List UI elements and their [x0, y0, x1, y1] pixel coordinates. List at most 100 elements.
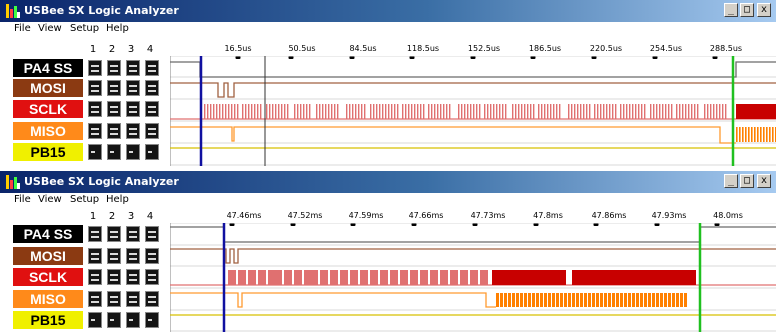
sclk-pulse	[589, 104, 591, 119]
sclk-pulse	[710, 104, 712, 119]
signal-label-sclk[interactable]: SCLK	[13, 268, 83, 286]
trigger-button[interactable]	[107, 291, 121, 307]
trigger-button[interactable]	[126, 269, 140, 285]
close-button[interactable]: x	[757, 3, 771, 17]
trigger-button[interactable]	[107, 144, 121, 160]
miso-pulse	[664, 293, 667, 307]
trigger-button[interactable]	[145, 269, 159, 285]
trigger-button[interactable]	[88, 60, 102, 76]
sclk-pulse	[694, 104, 696, 119]
sclk-pulse	[322, 104, 324, 119]
trigger-button[interactable]	[145, 80, 159, 96]
signal-label-pb15[interactable]: PB15	[13, 143, 83, 161]
trigger-button[interactable]	[88, 80, 102, 96]
miso-pulse	[548, 293, 551, 307]
signal-label-mosi[interactable]: MOSI	[13, 247, 83, 265]
miso-pulse	[632, 293, 635, 307]
menu-help[interactable]: Help	[106, 23, 129, 34]
trigger-button[interactable]	[126, 226, 140, 242]
sclk-pulse	[580, 104, 582, 119]
maximize-button[interactable]: □	[740, 3, 754, 17]
trigger-button[interactable]	[88, 291, 102, 307]
sclk-pulse	[364, 104, 366, 119]
signal-label-miso[interactable]: MISO	[13, 122, 83, 140]
trigger-col-2: 2	[108, 44, 116, 55]
sclk-pulse	[635, 104, 637, 119]
sclk-pulse	[225, 104, 227, 119]
miso-pulse	[588, 293, 591, 307]
waveform-area[interactable]	[170, 56, 776, 166]
ss-trace	[170, 61, 776, 78]
trigger-button[interactable]	[126, 291, 140, 307]
trigger-button[interactable]	[107, 123, 121, 139]
menu-file[interactable]: File	[14, 194, 31, 205]
miso-trace	[170, 126, 736, 144]
maximize-button[interactable]: □	[740, 174, 754, 188]
trigger-button[interactable]	[145, 101, 159, 117]
trigger-button[interactable]	[88, 123, 102, 139]
trigger-button[interactable]	[107, 226, 121, 242]
signal-label-miso[interactable]: MISO	[13, 290, 83, 308]
minimize-button[interactable]: _	[724, 174, 738, 188]
minimize-button[interactable]: _	[724, 3, 738, 17]
trigger-button[interactable]	[126, 248, 140, 264]
waveform-area[interactable]	[170, 223, 776, 332]
sclk-pulse	[328, 104, 330, 119]
signal-label-pa4-ss[interactable]: PA4 SS	[13, 225, 83, 243]
sclk-pulse	[594, 104, 596, 119]
trigger-button[interactable]	[88, 144, 102, 160]
close-button[interactable]: x	[757, 174, 771, 188]
signal-label-sclk[interactable]: SCLK	[13, 100, 83, 118]
trigger-button[interactable]	[126, 60, 140, 76]
trigger-button[interactable]	[126, 101, 140, 117]
miso-pulse	[680, 293, 683, 307]
signal-label-mosi[interactable]: MOSI	[13, 79, 83, 97]
signal-label-pa4-ss[interactable]: PA4 SS	[13, 59, 83, 77]
menu-file[interactable]: File	[14, 23, 31, 34]
trigger-button[interactable]	[145, 248, 159, 264]
trigger-button[interactable]	[88, 312, 102, 328]
sclk-pulse	[222, 104, 224, 119]
trigger-button[interactable]	[107, 80, 121, 96]
miso-pulse	[620, 293, 623, 307]
time-tick: 186.5us	[528, 44, 562, 53]
trigger-button[interactable]	[145, 144, 159, 160]
trigger-button[interactable]	[145, 312, 159, 328]
sclk-pulse	[493, 104, 495, 119]
trigger-button[interactable]	[88, 226, 102, 242]
miso-pulse	[739, 127, 741, 142]
trigger-button[interactable]	[126, 144, 140, 160]
sclk-pulse	[234, 104, 236, 119]
menu-setup[interactable]: Setup	[70, 194, 99, 205]
trigger-button[interactable]	[107, 60, 121, 76]
signal-label-pb15[interactable]: PB15	[13, 311, 83, 329]
sclk-pulse	[612, 104, 614, 119]
trigger-button[interactable]	[126, 312, 140, 328]
trigger-button[interactable]	[88, 269, 102, 285]
title-bar[interactable]: USBee SX Logic Analyzer _ □ x	[0, 0, 776, 22]
trigger-button[interactable]	[145, 226, 159, 242]
trigger-button[interactable]	[145, 291, 159, 307]
menu-view[interactable]: View	[38, 23, 62, 34]
trigger-button[interactable]	[107, 101, 121, 117]
title-bar[interactable]: USBee SX Logic Analyzer _ □ x	[0, 171, 776, 193]
trigger-button[interactable]	[145, 123, 159, 139]
trigger-button[interactable]	[107, 269, 121, 285]
menu-view[interactable]: View	[38, 194, 62, 205]
trigger-button[interactable]	[145, 60, 159, 76]
trigger-button[interactable]	[88, 101, 102, 117]
trigger-button[interactable]	[126, 80, 140, 96]
trigger-button[interactable]	[107, 248, 121, 264]
miso-pulse	[576, 293, 579, 307]
menu-help[interactable]: Help	[106, 194, 129, 205]
sclk-pulse	[300, 104, 302, 119]
sclk-pulse	[719, 104, 721, 119]
miso-pulse	[754, 127, 756, 142]
sclk-pulse	[361, 104, 363, 119]
miso-pulse	[508, 293, 511, 307]
trigger-button[interactable]	[107, 312, 121, 328]
trigger-button[interactable]	[88, 248, 102, 264]
sclk-pulse	[310, 270, 318, 285]
trigger-button[interactable]	[126, 123, 140, 139]
menu-setup[interactable]: Setup	[70, 23, 99, 34]
